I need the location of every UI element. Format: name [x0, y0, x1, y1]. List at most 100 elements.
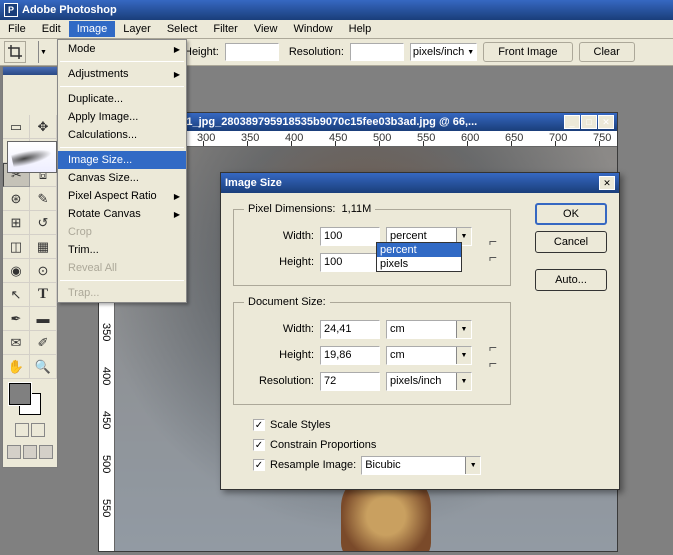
- color-swatches[interactable]: [3, 379, 57, 419]
- menu-trap: Trap...: [58, 284, 186, 302]
- toolbox: ▭ ✥ ⟆ ✧ ✂ ⧈ ⊛ ✎ ⊞ ↺ ◫ ▦ ◉ ⊙ ↖ T ✒ ▬ ✉ ✐ …: [2, 66, 58, 468]
- dialog-titlebar[interactable]: Image Size ✕: [221, 173, 619, 193]
- menu-calculations[interactable]: Calculations...: [58, 126, 186, 144]
- eyedropper-tool[interactable]: ✐: [30, 331, 57, 355]
- menu-image[interactable]: Image: [69, 21, 116, 37]
- menu-help[interactable]: Help: [341, 21, 380, 37]
- maximize-button[interactable]: □: [581, 115, 597, 129]
- pen-tool[interactable]: ✒: [3, 307, 30, 331]
- constrain-link-icon: ⌐⌐: [486, 316, 500, 394]
- screen-mode-standard[interactable]: [7, 445, 21, 459]
- resample-image-label: Resample Image:: [270, 459, 356, 471]
- menu-select[interactable]: Select: [159, 21, 206, 37]
- foreground-color[interactable]: [9, 383, 31, 405]
- submenu-arrow-icon: ▶: [174, 45, 180, 54]
- unit-option-pixels[interactable]: pixels: [377, 257, 461, 271]
- menu-filter[interactable]: Filter: [205, 21, 245, 37]
- type-tool[interactable]: T: [30, 283, 57, 307]
- doc-height-field[interactable]: [320, 346, 380, 365]
- standard-mode-icon[interactable]: [15, 423, 29, 437]
- unit-option-percent[interactable]: percent: [377, 243, 461, 257]
- zoom-tool[interactable]: 🔍: [30, 355, 57, 379]
- clear-button[interactable]: Clear: [579, 42, 635, 62]
- ok-button[interactable]: OK: [535, 203, 607, 225]
- constrain-proportions-checkbox[interactable]: ✓: [253, 439, 265, 451]
- pixel-height-label: Height:: [244, 256, 314, 268]
- constrain-proportions-label: Constrain Proportions: [270, 439, 376, 451]
- menu-adjustments[interactable]: Adjustments▶: [58, 65, 186, 83]
- constrain-link-icon: ⌐⌐: [486, 223, 500, 275]
- document-size-group: Document Size: Width: cm▼ Height: cm▼ Re…: [233, 296, 511, 405]
- pixel-width-label: Width:: [244, 230, 314, 242]
- notes-tool[interactable]: ✉: [3, 331, 30, 355]
- resample-image-checkbox[interactable]: ✓: [253, 459, 265, 471]
- image-size-dialog: Image Size ✕ OK Cancel Auto... Pixel Dim…: [220, 172, 620, 490]
- eraser-tool[interactable]: ◫: [3, 235, 30, 259]
- doc-width-label: Width:: [244, 323, 314, 335]
- submenu-arrow-icon: ▶: [174, 70, 180, 79]
- menu-pixel-aspect-ratio[interactable]: Pixel Aspect Ratio▶: [58, 187, 186, 205]
- gradient-tool[interactable]: ▦: [30, 235, 57, 259]
- resample-method-combo[interactable]: Bicubic▼: [361, 456, 481, 475]
- menu-image-size[interactable]: Image Size...: [58, 151, 186, 169]
- resolution-unit-combo[interactable]: pixels/inch▼: [386, 372, 472, 391]
- doc-height-unit-combo[interactable]: cm▼: [386, 346, 472, 365]
- menu-apply-image[interactable]: Apply Image...: [58, 108, 186, 126]
- menu-trim[interactable]: Trim...: [58, 241, 186, 259]
- doc-width-unit-combo[interactable]: cm▼: [386, 320, 472, 339]
- front-image-button[interactable]: Front Image: [483, 42, 572, 62]
- move-tool[interactable]: ✥: [30, 115, 57, 139]
- resolution-field[interactable]: [320, 372, 380, 391]
- photoshop-icon: P: [4, 3, 18, 17]
- optbar-height-field[interactable]: [225, 43, 279, 61]
- path-selection-tool[interactable]: ↖: [3, 283, 30, 307]
- quick-mask-mode-icon[interactable]: [31, 423, 45, 437]
- pixel-width-field[interactable]: [320, 227, 380, 246]
- blur-tool[interactable]: ◉: [3, 259, 30, 283]
- app-title: Adobe Photoshop: [22, 4, 117, 16]
- menu-reveal-all: Reveal All: [58, 259, 186, 277]
- menu-canvas-size[interactable]: Canvas Size...: [58, 169, 186, 187]
- optbar-resolution-unit[interactable]: pixels/inch▼: [410, 43, 477, 61]
- menu-window[interactable]: Window: [286, 21, 341, 37]
- marquee-tool[interactable]: ▭: [3, 115, 30, 139]
- healing-brush-tool[interactable]: ⊛: [3, 187, 30, 211]
- auto-button[interactable]: Auto...: [535, 269, 607, 291]
- menu-layer[interactable]: Layer: [115, 21, 159, 37]
- menu-edit[interactable]: Edit: [34, 21, 69, 37]
- menu-duplicate[interactable]: Duplicate...: [58, 90, 186, 108]
- dialog-close-button[interactable]: ✕: [599, 176, 615, 190]
- screen-mode-full-menubar[interactable]: [23, 445, 37, 459]
- shape-tool[interactable]: ▬: [30, 307, 57, 331]
- app-titlebar: P Adobe Photoshop: [0, 0, 673, 20]
- brush-tool[interactable]: ✎: [30, 187, 57, 211]
- scale-styles-checkbox[interactable]: ✓: [253, 419, 265, 431]
- menu-crop: Crop: [58, 223, 186, 241]
- dodge-tool[interactable]: ⊙: [30, 259, 57, 283]
- menu-mode[interactable]: Mode▶: [58, 40, 186, 58]
- submenu-arrow-icon: ▶: [174, 210, 180, 219]
- tool-preset-dropdown[interactable]: ▼: [38, 41, 48, 63]
- doc-height-label: Height:: [244, 349, 314, 361]
- optbar-resolution-field[interactable]: [350, 43, 404, 61]
- pixel-unit-dropdown-list: percent pixels: [376, 242, 462, 272]
- toolbox-titlebar[interactable]: [3, 67, 57, 75]
- optbar-height-label: Height:: [184, 46, 219, 58]
- crop-tool-icon[interactable]: [4, 41, 26, 63]
- submenu-arrow-icon: ▶: [174, 192, 180, 201]
- chevron-down-icon: ▼: [456, 373, 471, 390]
- minimize-button[interactable]: _: [564, 115, 580, 129]
- menu-view[interactable]: View: [246, 21, 286, 37]
- clone-stamp-tool[interactable]: ⊞: [3, 211, 30, 235]
- cancel-button[interactable]: Cancel: [535, 231, 607, 253]
- doc-width-field[interactable]: [320, 320, 380, 339]
- close-button[interactable]: ✕: [598, 115, 614, 129]
- history-brush-tool[interactable]: ↺: [30, 211, 57, 235]
- hand-tool[interactable]: ✋: [3, 355, 30, 379]
- pixel-height-field[interactable]: [320, 253, 380, 272]
- screen-mode-full[interactable]: [39, 445, 53, 459]
- horizontal-ruler: 200250300350400450500550600650700750: [115, 131, 617, 147]
- menu-file[interactable]: File: [0, 21, 34, 37]
- chevron-down-icon: ▼: [467, 49, 474, 56]
- menu-rotate-canvas[interactable]: Rotate Canvas▶: [58, 205, 186, 223]
